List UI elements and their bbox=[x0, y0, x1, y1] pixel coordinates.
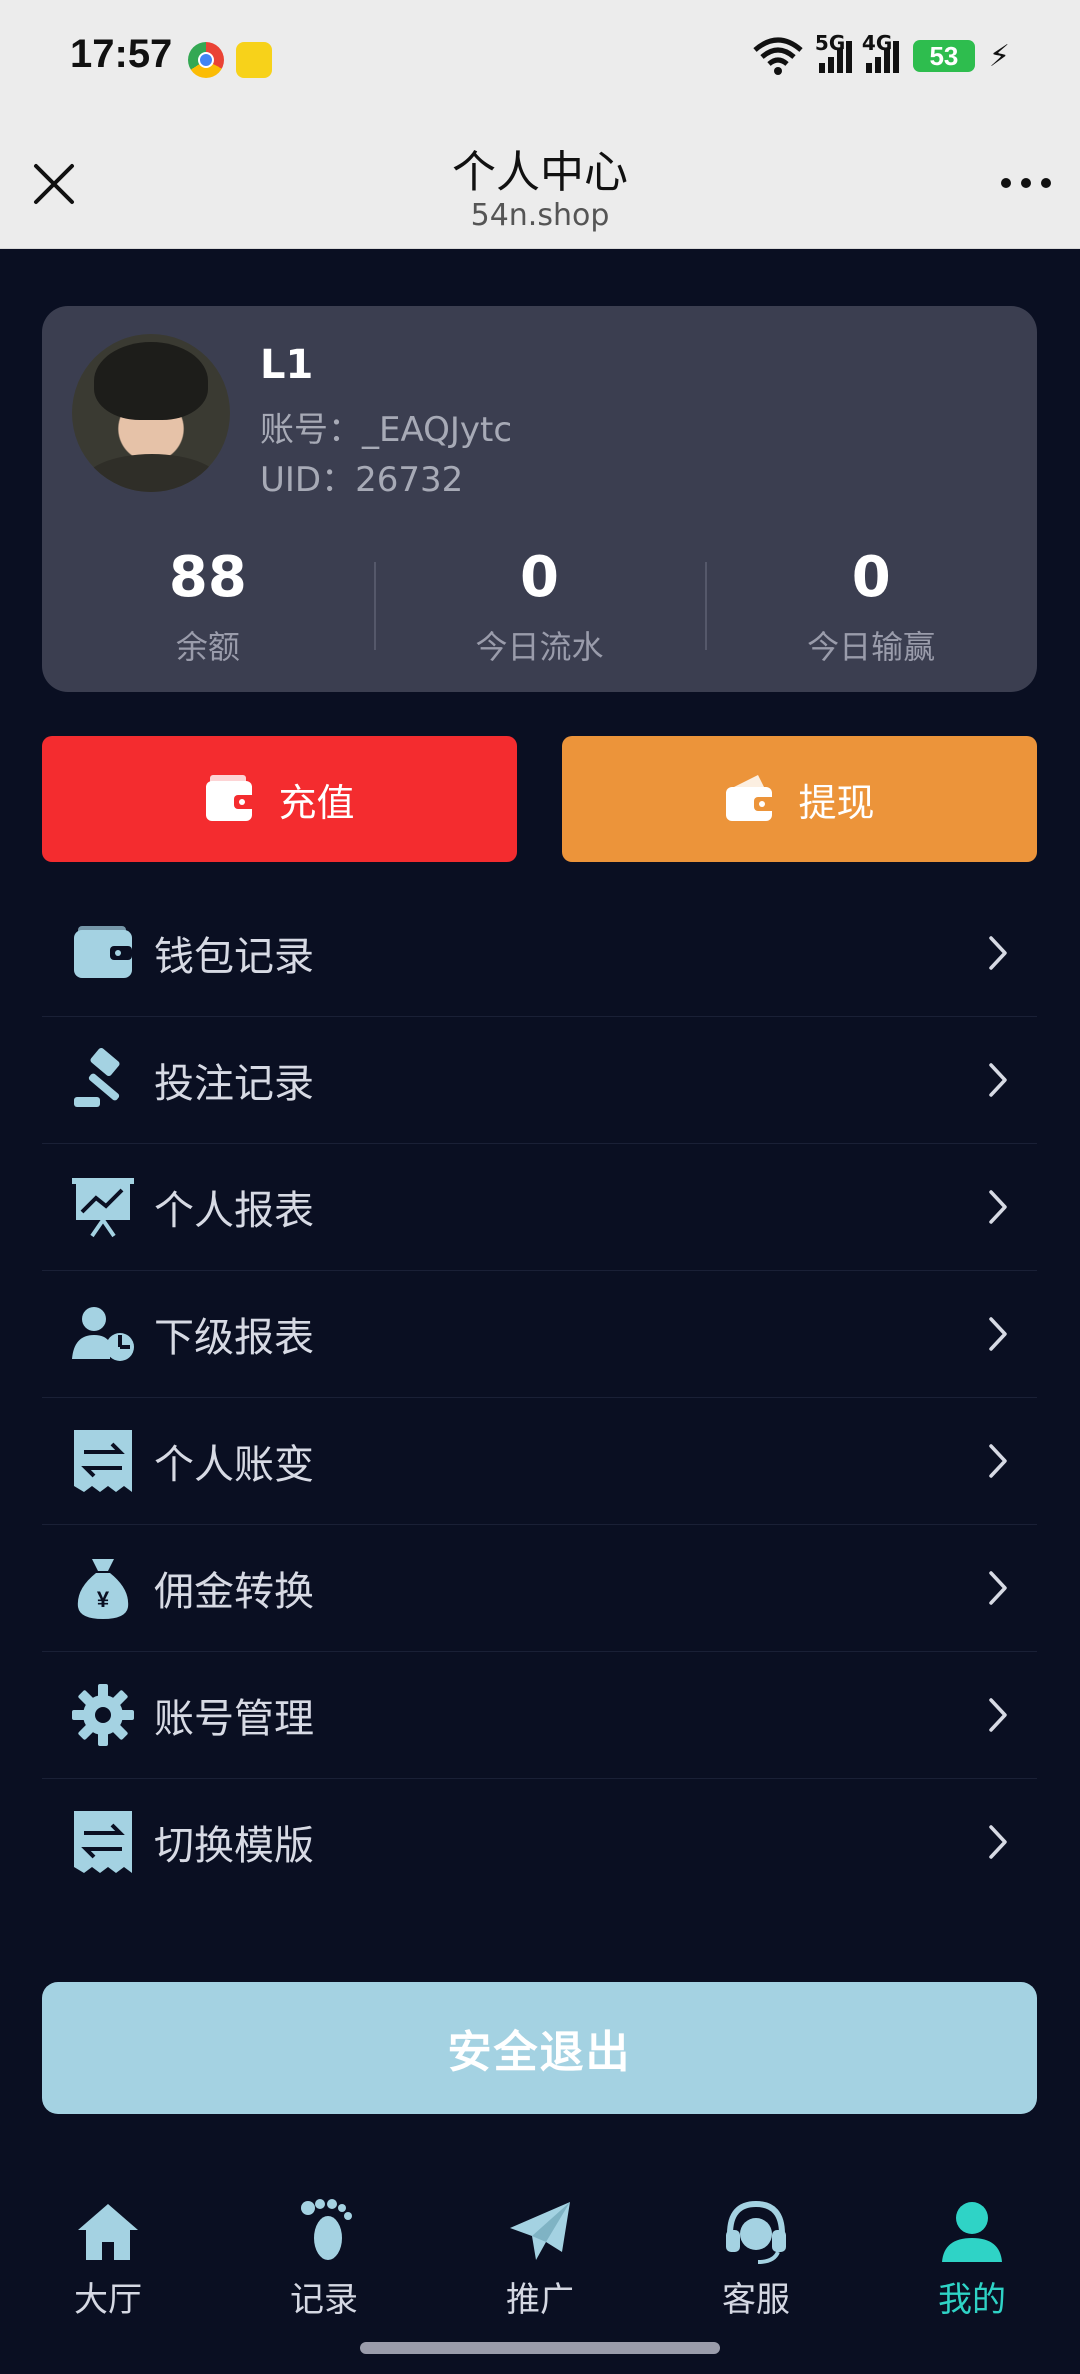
menu-item-account-management[interactable]: 账号管理 bbox=[42, 1652, 1037, 1779]
status-indicators: 5G 4G 53 ⚡ bbox=[751, 31, 1010, 76]
stat-value: 0 bbox=[520, 545, 559, 610]
signal-4g-icon: 4G bbox=[862, 31, 899, 73]
stats-row: 88 余额 0 今日流水 0 今日输赢 bbox=[42, 545, 1037, 667]
chevron-right-icon bbox=[989, 936, 1007, 970]
menu-item-commission-convert[interactable]: ¥ 佣金转换 bbox=[42, 1525, 1037, 1652]
uid-line: UID：26732 bbox=[260, 452, 463, 501]
home-indicator[interactable] bbox=[360, 2342, 720, 2354]
tab-label: 推广 bbox=[506, 2280, 574, 2320]
more-icon[interactable] bbox=[998, 168, 1054, 198]
network-4g-label: 4G bbox=[861, 31, 893, 55]
tab-label: 我的 bbox=[938, 2280, 1006, 2320]
battery-icon: 53 bbox=[912, 40, 975, 72]
headset-icon bbox=[726, 2200, 786, 2264]
user-name: L1 bbox=[260, 342, 314, 388]
tab-label: 客服 bbox=[722, 2280, 790, 2320]
status-bar: 17:57 5G 4G 53 ⚡ bbox=[0, 0, 1080, 118]
tab-label: 记录 bbox=[290, 2280, 358, 2320]
charging-icon: ⚡ bbox=[988, 38, 1010, 74]
logout-button[interactable]: 安全退出 bbox=[42, 1982, 1037, 2114]
stat-label: 今日流水 bbox=[475, 628, 604, 666]
chrome-icon bbox=[188, 42, 224, 78]
tab-label: 大厅 bbox=[74, 2280, 142, 2320]
account-label: 账号： bbox=[260, 410, 362, 450]
chart-board-icon bbox=[70, 1174, 136, 1240]
chevron-right-icon bbox=[989, 1825, 1007, 1859]
tab-lobby[interactable]: 大厅 bbox=[0, 2180, 216, 2374]
signal-5g-icon: 5G bbox=[815, 31, 852, 73]
stat-winloss: 0 今日输赢 bbox=[705, 546, 1037, 666]
recharge-button[interactable]: 充值 bbox=[42, 736, 517, 862]
footprint-icon bbox=[301, 2199, 352, 2260]
page-domain: 54n.shop bbox=[470, 198, 610, 233]
user-icon bbox=[942, 2202, 1002, 2262]
stat-balance: 88 余额 bbox=[42, 545, 374, 667]
paper-plane-icon bbox=[510, 2202, 570, 2260]
chevron-right-icon bbox=[989, 1571, 1007, 1605]
wallet-icon bbox=[206, 775, 259, 821]
user-pie-icon bbox=[70, 1301, 136, 1367]
menu-item-label: 下级报表 bbox=[154, 1315, 314, 1361]
menu-list: 钱包记录 投注记录 个人报表 下级报表 个人账变 ¥ 佣金转换 账号管理 切换模… bbox=[42, 890, 1037, 1905]
wallet-icon bbox=[70, 920, 136, 986]
money-bag-icon: ¥ bbox=[70, 1555, 136, 1621]
tab-mine[interactable]: 我的 bbox=[864, 2180, 1080, 2374]
menu-item-subordinate-report[interactable]: 下级报表 bbox=[42, 1271, 1037, 1398]
app-notification-icon bbox=[236, 42, 272, 78]
menu-item-label: 个人报表 bbox=[154, 1188, 314, 1234]
exchange-receipt-icon bbox=[70, 1809, 136, 1875]
menu-item-bet-records[interactable]: 投注记录 bbox=[42, 1017, 1037, 1144]
menu-item-account-changes[interactable]: 个人账变 bbox=[42, 1398, 1037, 1525]
withdraw-button[interactable]: 提现 bbox=[562, 736, 1037, 862]
chevron-right-icon bbox=[989, 1444, 1007, 1478]
account-value: _EAQJytc bbox=[362, 410, 513, 450]
gear-icon bbox=[70, 1682, 136, 1748]
recharge-label: 充值 bbox=[278, 780, 355, 825]
stat-value: 88 bbox=[168, 545, 247, 610]
withdraw-label: 提现 bbox=[798, 780, 875, 825]
menu-item-label: 个人账变 bbox=[154, 1442, 314, 1488]
menu-item-wallet-records[interactable]: 钱包记录 bbox=[42, 890, 1037, 1017]
svg-text:¥: ¥ bbox=[97, 1587, 110, 1612]
profile-card: L1 账号：_EAQJytc UID：26732 88 余额 0 今日流水 0 … bbox=[42, 306, 1037, 692]
menu-item-personal-report[interactable]: 个人报表 bbox=[42, 1144, 1037, 1271]
exchange-receipt-icon bbox=[70, 1428, 136, 1494]
page-title: 个人中心 bbox=[452, 147, 628, 198]
wallet-icon bbox=[726, 775, 779, 821]
menu-item-label: 切换模版 bbox=[154, 1823, 314, 1869]
stat-label: 余额 bbox=[175, 628, 240, 666]
menu-item-label: 佣金转换 bbox=[154, 1569, 314, 1615]
stat-value: 0 bbox=[851, 545, 891, 610]
menu-item-label: 投注记录 bbox=[154, 1061, 314, 1107]
account-line: 账号：_EAQJytc bbox=[260, 402, 512, 451]
chevron-right-icon bbox=[989, 1698, 1007, 1732]
menu-item-label: 账号管理 bbox=[154, 1696, 314, 1742]
status-time: 17:57 bbox=[70, 32, 173, 76]
network-5g-label: 5G bbox=[814, 31, 846, 55]
stat-label: 今日输赢 bbox=[807, 628, 936, 666]
stat-turnover: 0 今日流水 bbox=[373, 545, 706, 666]
web-navbar: 个人中心 54n.shop bbox=[0, 118, 1080, 249]
gavel-icon bbox=[70, 1047, 136, 1113]
chevron-right-icon bbox=[989, 1063, 1007, 1097]
uid-value: 26732 bbox=[355, 460, 464, 500]
wifi-icon bbox=[753, 37, 803, 75]
chevron-right-icon bbox=[989, 1317, 1007, 1351]
avatar[interactable] bbox=[72, 334, 230, 492]
uid-label: UID： bbox=[260, 460, 356, 500]
menu-item-switch-template[interactable]: 切换模版 bbox=[42, 1779, 1037, 1905]
chevron-right-icon bbox=[989, 1190, 1007, 1224]
home-icon bbox=[78, 2204, 138, 2260]
menu-item-label: 钱包记录 bbox=[154, 934, 314, 980]
